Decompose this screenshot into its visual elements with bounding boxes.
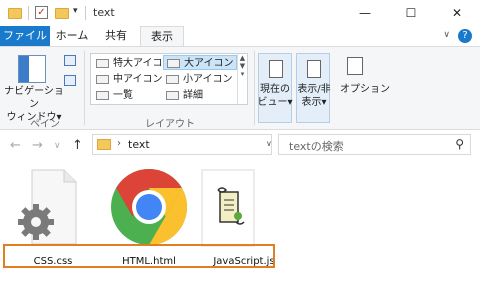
tab-view[interactable]: 表示: [140, 26, 184, 47]
title-bar: ✓ ▾ text — ☐ ✕: [0, 0, 480, 26]
list-item[interactable]: CSS.css: [10, 164, 96, 267]
gear-document-icon: [18, 169, 77, 245]
layout-gallery: 特大アイコン 大アイコン 中アイコン 小アイコン 一覧 詳細 ▲ ▼ ▾: [90, 53, 248, 105]
quick-access-dropdown-icon[interactable]: ▾: [73, 6, 78, 22]
ribbon-tabs: ファイル ホーム 共有 表示 ∨ ?: [0, 26, 480, 47]
help-icon[interactable]: ?: [458, 29, 472, 43]
ribbon: ナビゲーション ウィンドウ▾ ペイン 特大アイコン 大アイコン 中アイコン 小ア…: [0, 46, 480, 130]
filename-highlight: [3, 244, 275, 268]
tab-file[interactable]: ファイル: [0, 26, 50, 46]
list-icon: [96, 91, 109, 100]
group-label-layout: レイアウト: [145, 119, 195, 130]
small-icons-icon: [166, 75, 179, 84]
medium-icons-icon: [96, 75, 109, 84]
extra-large-icons-icon: [96, 59, 109, 68]
divider: [84, 51, 85, 125]
group-label-pane: ペイン: [30, 119, 60, 130]
current-view-label: 現在の ビュー▾: [257, 84, 293, 108]
large-icons-icon: [167, 59, 180, 68]
layout-list[interactable]: 一覧: [93, 88, 133, 103]
forward-icon[interactable]: →: [32, 138, 43, 153]
breadcrumb[interactable]: text: [128, 138, 150, 151]
address-dropdown-icon[interactable]: ∨: [266, 139, 272, 148]
layout-small-icons[interactable]: 小アイコン: [163, 72, 233, 87]
back-icon[interactable]: ←: [10, 138, 21, 153]
divider: [254, 51, 255, 125]
folder-icon: [97, 139, 111, 150]
navigation-pane-icon[interactable]: [18, 55, 46, 83]
details-icon: [166, 91, 179, 100]
preview-pane-icon[interactable]: [64, 55, 76, 66]
divider: [28, 6, 29, 20]
layout-large-icons[interactable]: 大アイコン: [163, 55, 237, 70]
search-icon[interactable]: ⚲: [455, 137, 464, 151]
chrome-icon: [111, 169, 187, 245]
current-view-icon: [269, 60, 283, 78]
list-item[interactable]: JavaScript.js: [200, 164, 286, 267]
collapse-ribbon-icon[interactable]: ∨: [443, 30, 450, 40]
layout-details[interactable]: 詳細: [163, 88, 203, 103]
script-document-icon: [201, 169, 255, 247]
tab-home[interactable]: ホーム: [52, 26, 92, 46]
options-icon[interactable]: [347, 57, 363, 75]
close-button[interactable]: ✕: [434, 0, 480, 26]
show-hide-icon: [307, 60, 321, 78]
breadcrumb-chevron-icon[interactable]: ›: [117, 138, 121, 149]
address-row: ← → ∨ ↑ › text ∨ textの検索 ⚲: [0, 130, 480, 160]
maximize-button[interactable]: ☐: [388, 0, 434, 26]
layout-medium-icons[interactable]: 中アイコン: [93, 72, 163, 87]
tab-share[interactable]: 共有: [96, 26, 136, 46]
layout-scrollbar[interactable]: ▲ ▼ ▾: [237, 54, 247, 104]
file-list: CSS.css HTML.html JavaScript.js: [0, 160, 480, 308]
address-bar[interactable]: › text: [92, 134, 272, 155]
options-button[interactable]: オプション: [340, 83, 390, 96]
divider: [85, 6, 86, 20]
new-folder-icon[interactable]: [55, 8, 69, 19]
search-box[interactable]: textの検索 ⚲: [278, 134, 471, 155]
window-title: text: [93, 6, 115, 19]
list-item[interactable]: HTML.html: [106, 164, 192, 267]
properties-icon[interactable]: ✓: [35, 6, 48, 19]
show-hide-label: 表示/非 表示▾: [297, 84, 331, 108]
minimize-button[interactable]: —: [342, 0, 388, 26]
folder-icon: [8, 8, 22, 19]
details-pane-icon[interactable]: [64, 75, 76, 86]
layout-extra-large-icons[interactable]: 特大アイコン: [93, 56, 173, 71]
recent-locations-icon[interactable]: ∨: [54, 141, 61, 151]
up-icon[interactable]: ↑: [72, 138, 83, 153]
search-input[interactable]: textの検索: [289, 138, 344, 154]
